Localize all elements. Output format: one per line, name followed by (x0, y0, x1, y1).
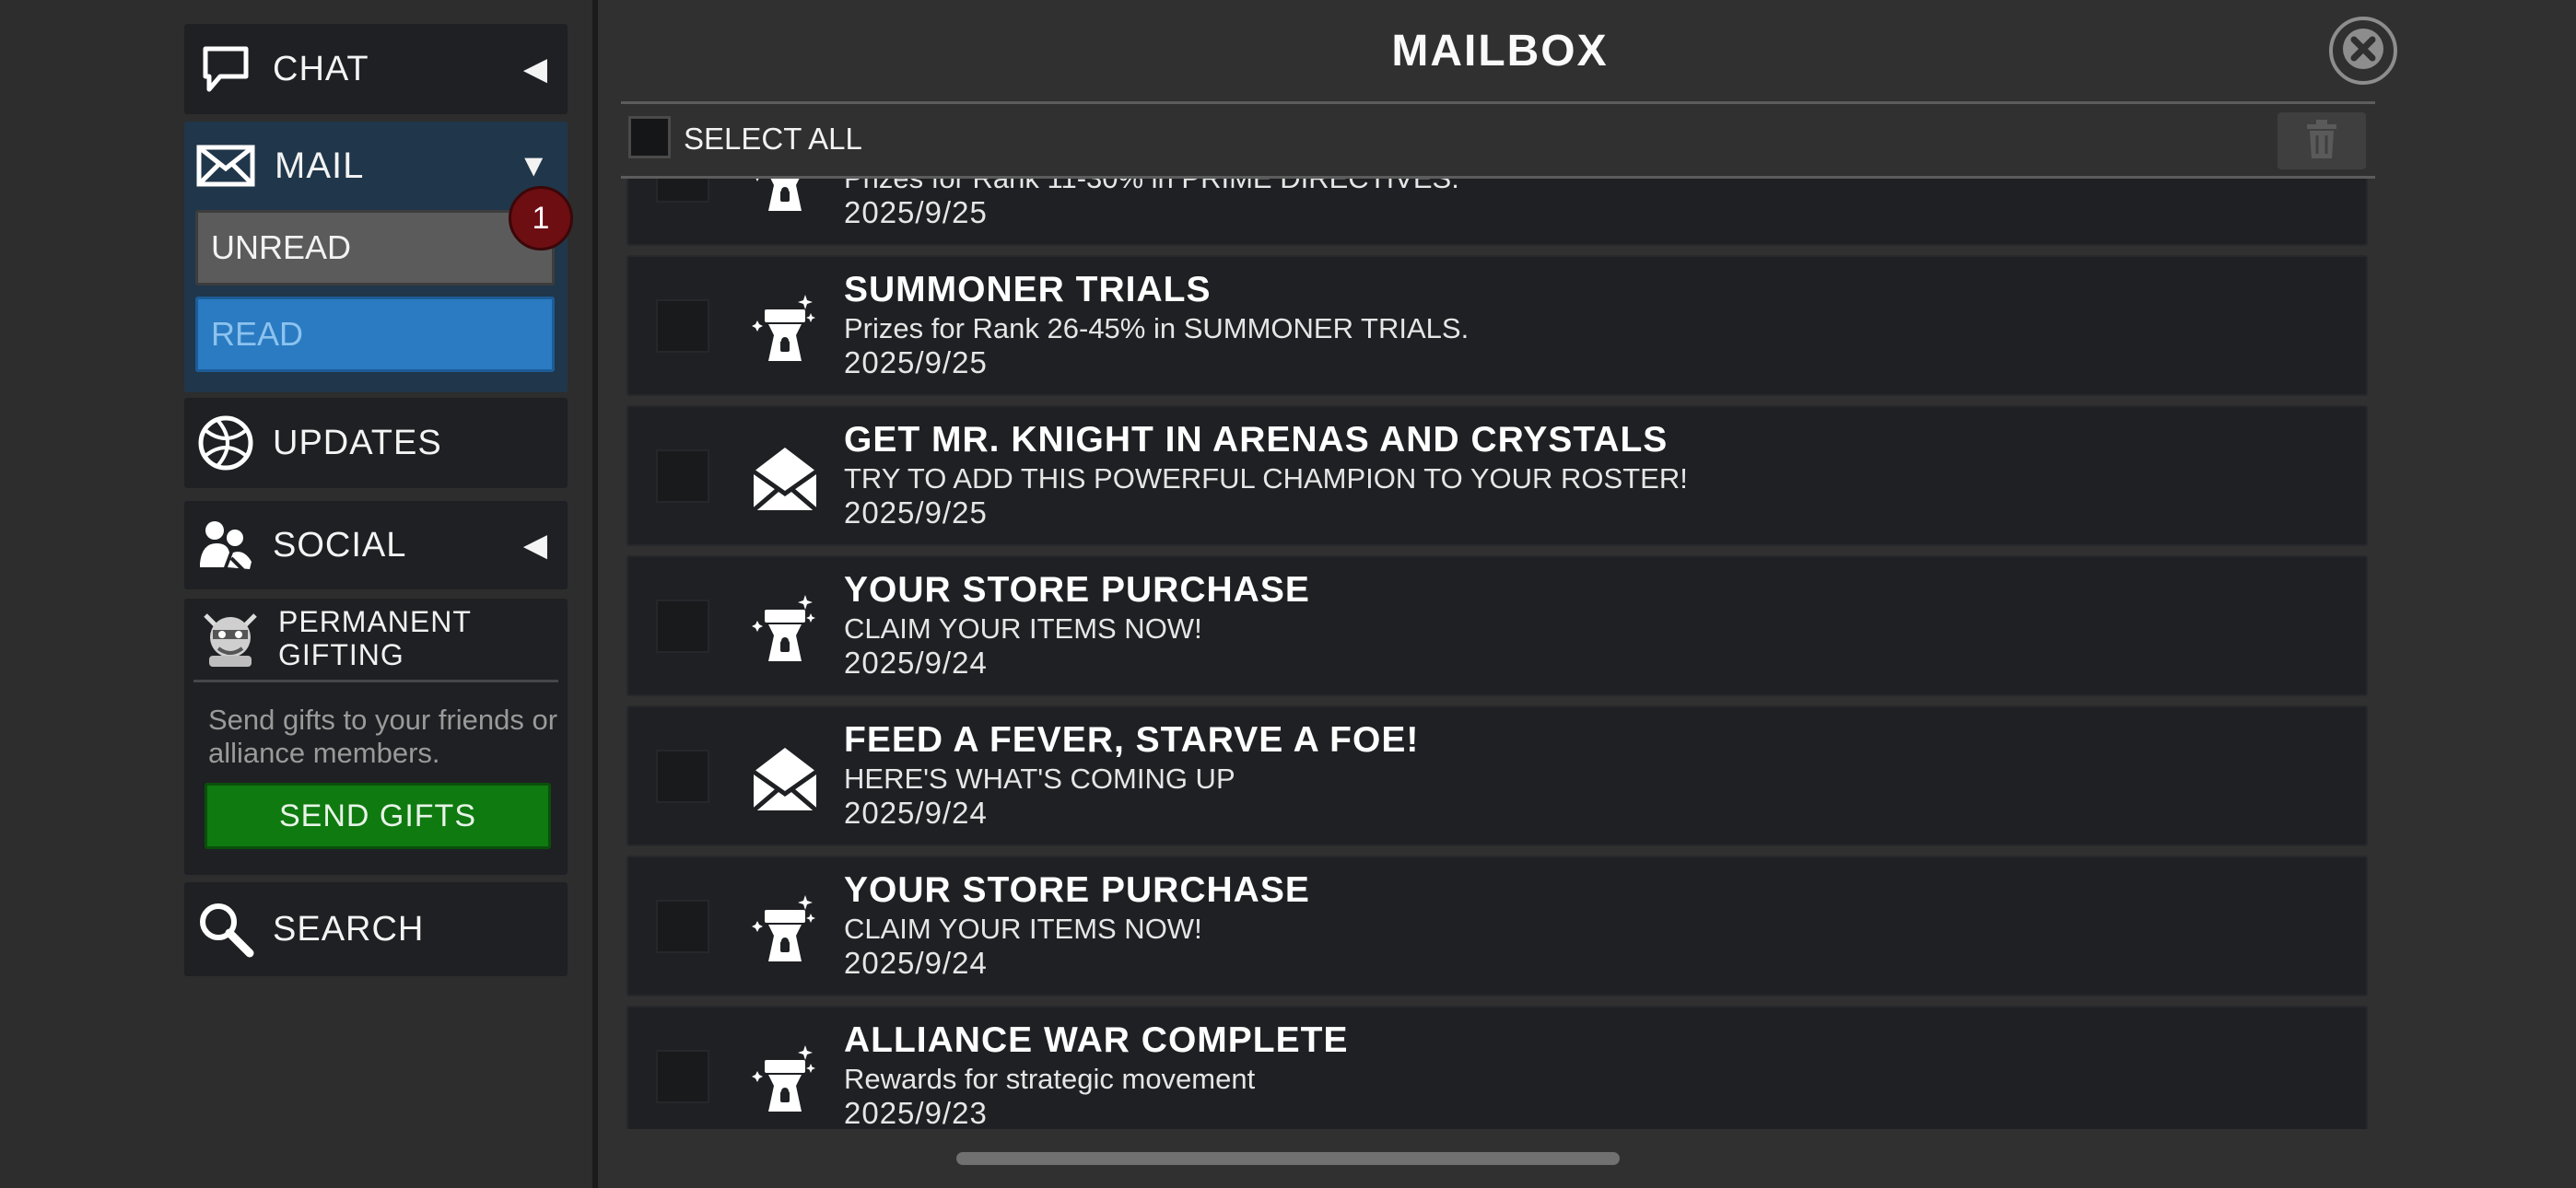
chest-icon (746, 892, 824, 966)
message-date: 2025/9/24 (844, 946, 988, 980)
message-date: 2025/9/23 (844, 1096, 988, 1129)
message-checkbox[interactable] (656, 1050, 709, 1103)
gifting-description: Send gifts to your friends or alliance m… (208, 704, 558, 769)
send-gifts-button[interactable]: SEND GIFTS (205, 783, 551, 849)
list-item[interactable]: SUMMONER TRIALS Prizes for Rank 26-45% in… (626, 255, 2368, 396)
message-title: FEED A FEVER, STARVE A FOE! (844, 720, 1420, 760)
message-description: Prizes for Rank 26-45% in SUMMONER TRIAL… (844, 312, 1469, 344)
message-description: Prizes for Rank 11-30% in PRIME DIRECTIV… (844, 179, 1459, 195)
message-checkbox[interactable] (656, 750, 709, 803)
gifting-divider (193, 680, 558, 682)
open-envelope-icon (746, 442, 824, 516)
delete-button[interactable] (2277, 112, 2366, 169)
updates-button[interactable]: UPDATES (184, 398, 568, 488)
message-description: HERE'S WHAT'S COMING UP (844, 763, 1235, 795)
list-item[interactable]: ALLIANCE WAR COMPLETE Rewards for strateg… (626, 1006, 2368, 1129)
unread-count-badge: 1 (509, 186, 573, 250)
chest-icon (746, 592, 824, 666)
message-date: 2025/9/25 (844, 495, 988, 530)
chevron-left-icon: ◀ (522, 52, 547, 87)
list-item[interactable]: YOUR STORE PURCHASE CLAIM YOUR ITEMS NOW!… (626, 856, 2368, 996)
updates-label: UPDATES (273, 423, 442, 462)
globe-icon (195, 413, 256, 473)
message-date: 2025/9/24 (844, 796, 988, 830)
message-list[interactable]: Prizes for Rank 11-30% in PRIME DIRECTIV… (621, 179, 2375, 1129)
list-item[interactable]: GET MR. KNIGHT IN ARENAS AND CRYSTALS TRY… (626, 405, 2368, 546)
chat-button[interactable]: CHAT ◀ (184, 24, 568, 114)
sidebar: CHAT ◀ MAIL ▼ UNREAD READ 1 UPDATES SOCI… (0, 0, 594, 1188)
message-date: 2025/9/25 (844, 195, 988, 229)
unread-tab[interactable]: UNREAD (195, 210, 555, 285)
close-button[interactable] (2329, 17, 2397, 85)
message-checkbox[interactable] (656, 179, 709, 203)
search-label: SEARCH (273, 909, 425, 949)
message-checkbox[interactable] (656, 449, 709, 503)
page-title: MAILBOX (1391, 27, 1609, 76)
trash-icon (2305, 119, 2338, 164)
message-date: 2025/9/25 (844, 345, 988, 379)
speech-bubble-icon (195, 39, 256, 99)
message-title: SUMMONER TRIALS (844, 270, 1212, 309)
chest-icon (746, 179, 824, 215)
gifting-title-line1: PERMANENT (278, 605, 472, 638)
gifting-title: PERMANENT GIFTING (265, 605, 472, 671)
message-description: CLAIM YOUR ITEMS NOW! (844, 913, 1202, 945)
message-description: CLAIM YOUR ITEMS NOW! (844, 612, 1202, 645)
select-all-checkbox[interactable] (628, 116, 671, 158)
select-all-label: SELECT ALL (684, 122, 862, 156)
toolbar-rule-top (621, 101, 2375, 104)
chat-label: CHAT (273, 49, 369, 88)
message-description: TRY TO ADD THIS POWERFUL CHAMPION TO YOU… (844, 462, 1688, 495)
message-title: YOUR STORE PURCHASE (844, 570, 1310, 610)
chest-icon (746, 292, 824, 366)
message-title: ALLIANCE WAR COMPLETE (844, 1020, 1349, 1060)
chevron-down-icon: ▼ (518, 147, 549, 183)
mail-button[interactable]: MAIL ▼ (184, 122, 568, 210)
social-label: SOCIAL (273, 525, 407, 565)
message-description: Rewards for strategic movement (844, 1063, 1256, 1095)
open-envelope-icon (746, 742, 824, 816)
message-title: YOUR STORE PURCHASE (844, 870, 1310, 910)
social-button[interactable]: SOCIAL ◀ (184, 501, 568, 589)
list-toolbar: SELECT ALL (621, 101, 2375, 179)
message-date: 2025/9/24 (844, 646, 988, 680)
close-icon (2341, 27, 2385, 76)
chevron-left-icon: ◀ (522, 528, 547, 563)
gifting-title-line2: GIFTING (278, 638, 404, 671)
list-item[interactable]: YOUR STORE PURCHASE CLAIM YOUR ITEMS NOW!… (626, 555, 2368, 696)
mail-group: MAIL ▼ UNREAD READ 1 (184, 122, 573, 392)
read-tab[interactable]: READ (195, 297, 555, 372)
message-checkbox[interactable] (656, 900, 709, 953)
toolbar-rule-bottom (621, 176, 2375, 179)
people-icon (195, 515, 256, 576)
panel-divider (592, 0, 598, 1188)
chest-icon (746, 1042, 824, 1116)
message-checkbox[interactable] (656, 299, 709, 353)
horizontal-scrollbar[interactable] (956, 1152, 1620, 1165)
search-button[interactable]: SEARCH (184, 882, 568, 976)
message-title: GET MR. KNIGHT IN ARENAS AND CRYSTALS (844, 420, 1669, 460)
permanent-gifting-panel: PERMANENT GIFTING Send gifts to your fri… (184, 599, 568, 875)
list-item[interactable]: Prizes for Rank 11-30% in PRIME DIRECTIV… (626, 179, 2368, 246)
list-item[interactable]: FEED A FEVER, STARVE A FOE! HERE'S WHAT'S… (626, 705, 2368, 846)
message-checkbox[interactable] (656, 600, 709, 653)
gifting-header: PERMANENT GIFTING (184, 599, 568, 678)
gift-character-icon (195, 603, 265, 673)
envelope-icon (193, 135, 258, 196)
search-icon (195, 899, 256, 960)
mail-label: MAIL (275, 145, 365, 186)
